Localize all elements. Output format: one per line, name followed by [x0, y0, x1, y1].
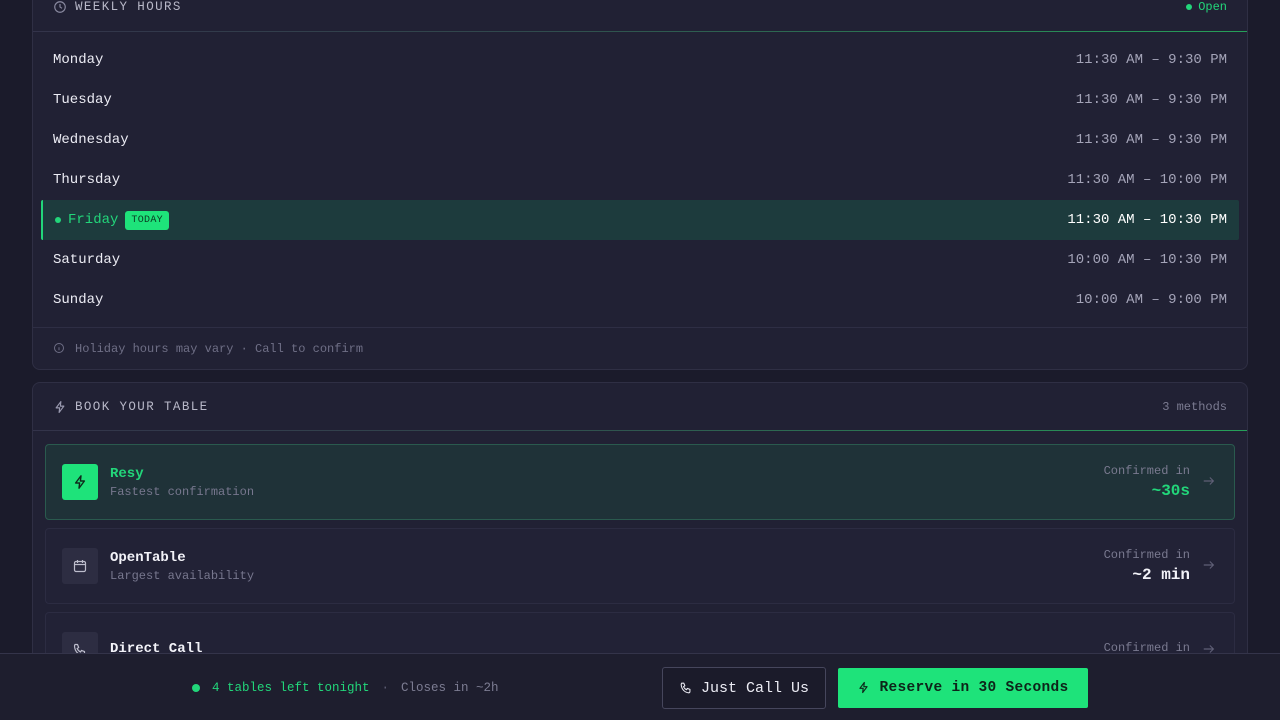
clock-icon: [53, 0, 67, 14]
confirm-block: Confirmed in ~2 min: [1104, 548, 1190, 584]
tables-left-text: 4 tables left tonight: [212, 680, 370, 695]
day-hours: 11:30 AM – 9:30 PM: [1075, 92, 1227, 108]
method-subtitle: Largest availability: [110, 568, 255, 583]
today-day: Friday TODAY: [55, 210, 169, 230]
day-label: Friday: [68, 212, 119, 228]
holiday-note-text: Holiday hours may vary · Call to confirm: [75, 341, 364, 356]
weekly-hours-header: WEEKLY HOURS Open: [33, 0, 1247, 32]
day-label: Saturday: [53, 252, 121, 268]
bolt-icon: [62, 464, 98, 500]
hours-row-thursday: Thursday 11:30 AM – 10:00 PM: [41, 160, 1239, 200]
weekly-hours-title: WEEKLY HOURS: [75, 0, 182, 14]
day-hours: 11:30 AM – 9:30 PM: [1075, 132, 1227, 148]
holiday-note: Holiday hours may vary · Call to confirm: [33, 327, 1247, 369]
arrow-right-icon: [1202, 474, 1218, 490]
sticky-action-bar: 4 tables left tonight · Closes in ~2h Ju…: [0, 653, 1280, 720]
method-name: OpenTable: [110, 549, 186, 566]
method-text: OpenTable Largest availability: [110, 550, 254, 583]
just-call-us-label: Just Call Us: [700, 679, 810, 697]
info-icon: [53, 342, 67, 356]
today-badge: TODAY: [125, 210, 169, 230]
bolt-icon: [857, 681, 871, 695]
just-call-us-button[interactable]: Just Call Us: [662, 667, 826, 709]
open-status-label: Open: [1198, 0, 1227, 14]
confirm-value: ~2 min: [1132, 566, 1190, 584]
methods-count: 3 methods: [1162, 399, 1227, 414]
day-hours: 11:30 AM – 10:00 PM: [1067, 172, 1227, 188]
day-label: Thursday: [53, 172, 121, 188]
hours-row-saturday: Saturday 10:00 AM – 10:30 PM: [41, 240, 1239, 280]
hours-row-tuesday: Tuesday 11:30 AM – 9:30 PM: [41, 80, 1239, 120]
day-hours: 11:30 AM – 9:30 PM: [1075, 52, 1227, 68]
closing-time-text: Closes in ~2h: [401, 680, 499, 695]
day-hours: 11:30 AM – 10:30 PM: [1067, 212, 1227, 228]
phone-icon: [679, 681, 693, 695]
method-subtitle: Fastest confirmation: [110, 484, 255, 499]
hours-row-wednesday: Wednesday 11:30 AM – 9:30 PM: [41, 120, 1239, 160]
method-resy[interactable]: Resy Fastest confirmation Confirmed in ~…: [45, 444, 1235, 520]
status-dot: [1186, 4, 1193, 10]
day-hours: 10:00 AM – 10:30 PM: [1067, 252, 1227, 268]
availability-info: 4 tables left tonight · Closes in ~2h: [192, 654, 499, 720]
day-label: Sunday: [53, 292, 104, 308]
day-label: Monday: [53, 52, 104, 68]
method-opentable[interactable]: OpenTable Largest availability Confirmed…: [45, 528, 1235, 604]
weekly-hours-heading: WEEKLY HOURS: [53, 0, 182, 14]
hours-list: Monday 11:30 AM – 9:30 PM Tuesday 11:30 …: [33, 32, 1247, 320]
method-confirmation: Confirmed in ~30s: [1104, 464, 1218, 500]
separator: ·: [381, 680, 390, 695]
method-name: Resy: [110, 465, 144, 482]
book-table-heading: BOOK YOUR TABLE: [53, 400, 209, 414]
confirm-label: Confirmed in: [1103, 548, 1190, 562]
day-label: Tuesday: [53, 92, 112, 108]
arrow-right-icon: [1202, 558, 1218, 574]
reserve-button[interactable]: Reserve in 30 Seconds: [838, 668, 1088, 708]
book-table-title: BOOK YOUR TABLE: [75, 399, 209, 414]
book-table-header: BOOK YOUR TABLE 3 methods: [33, 383, 1247, 431]
calendar-icon: [62, 548, 98, 584]
weekly-hours-card: WEEKLY HOURS Open Monday 11:30 AM – 9:30…: [32, 0, 1248, 370]
day-label: Wednesday: [53, 132, 129, 148]
reserve-label: Reserve in 30 Seconds: [879, 680, 1069, 696]
bolt-icon: [53, 400, 67, 414]
open-status-badge: Open: [1186, 0, 1227, 14]
confirm-label: Confirmed in: [1103, 464, 1190, 478]
hours-row-monday: Monday 11:30 AM – 9:30 PM: [41, 40, 1239, 80]
method-text: Resy Fastest confirmation: [110, 466, 254, 499]
confirm-value: ~30s: [1151, 482, 1190, 500]
method-confirmation: Confirmed in ~2 min: [1104, 548, 1218, 584]
availability-dot: [192, 683, 200, 692]
page: WEEKLY HOURS Open Monday 11:30 AM – 9:30…: [0, 0, 1280, 720]
today-dot: [55, 217, 61, 223]
hours-row-sunday: Sunday 10:00 AM – 9:00 PM: [41, 280, 1239, 320]
hours-row-friday-today: Friday TODAY 11:30 AM – 10:30 PM: [41, 200, 1239, 240]
day-hours: 10:00 AM – 9:00 PM: [1075, 292, 1227, 308]
confirm-block: Confirmed in ~30s: [1104, 464, 1190, 500]
